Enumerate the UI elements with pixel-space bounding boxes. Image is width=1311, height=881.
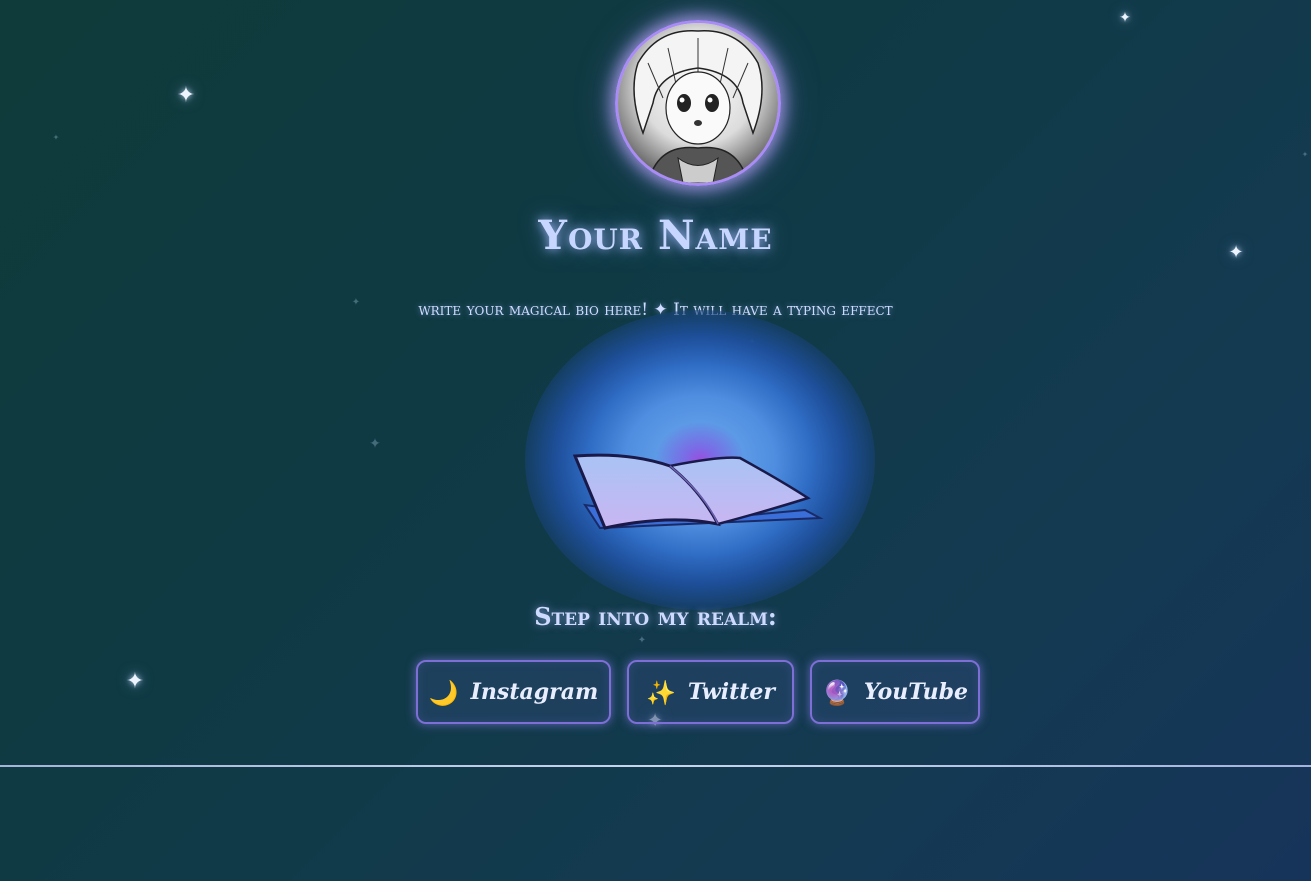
sparkle-icon: ✦ [637,635,647,646]
sparkle-icon: ✦ [52,133,60,142]
instagram-label: Instagram [470,679,599,705]
moon-icon: 🌙 [428,677,459,707]
crystal-ball-icon: 🔮 [821,677,852,707]
sparkles-icon: ✨ [645,677,676,707]
sparkle-icon: ✦ [125,669,145,694]
youtube-link-button[interactable]: 🔮 YouTube [810,660,980,724]
sparkle-icon: ✦ [176,83,196,108]
avatar [615,20,781,186]
open-book-icon [572,453,824,530]
realm-heading: Step into my realm: [534,602,777,631]
avatar-image [618,23,778,183]
youtube-label: YouTube [863,679,969,705]
divider [0,765,1311,767]
twitter-label: Twitter [687,679,776,705]
sparkle-icon: ✦ [1119,10,1131,26]
twitter-link-button[interactable]: ✨ Twitter [627,660,794,724]
profile-name: Your Name [538,212,773,259]
sparkle-icon: ✦ [369,436,381,452]
instagram-link-button[interactable]: 🌙 Instagram [416,660,611,724]
sparkle-icon: ✦ [1301,150,1309,159]
